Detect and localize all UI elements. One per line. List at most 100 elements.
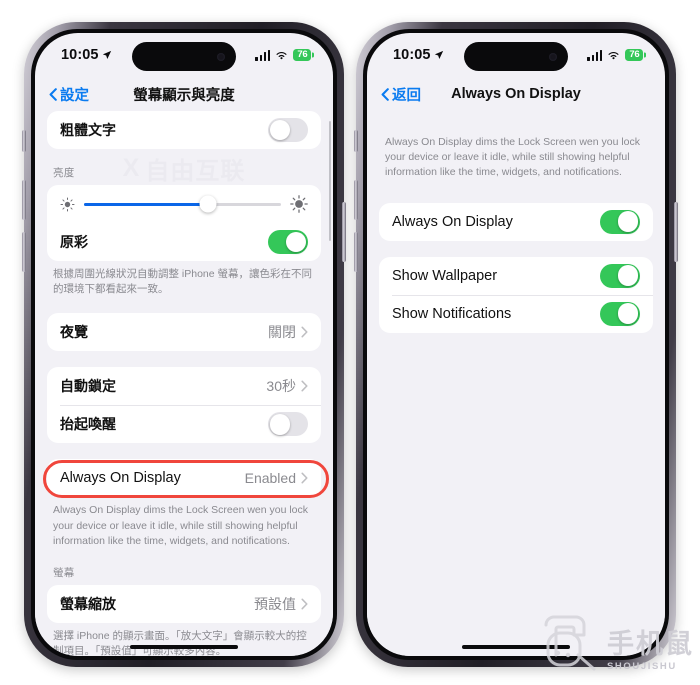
status-bar: 10:05 76 xyxy=(367,33,665,77)
display-zoom-group: 螢幕縮放 預設值 xyxy=(47,585,321,624)
power-button[interactable] xyxy=(674,202,678,262)
night-shift-group: 夜覽 關閉 xyxy=(47,313,321,352)
cellular-signal-icon xyxy=(587,49,603,61)
left-phone-bezel: 10:05 76 設定 螢幕顯示與亮度 粗體文字 亮度 原彩 根據周圍光線狀況自… xyxy=(31,29,337,660)
silent-switch[interactable] xyxy=(22,130,26,152)
show-notifications-toggle[interactable] xyxy=(600,301,640,326)
back-button-label: 返回 xyxy=(392,87,421,104)
brightness-low-icon xyxy=(60,196,75,212)
aod-options-group: Show Wallpaper Show Notifications xyxy=(379,256,653,333)
chevron-right-icon xyxy=(301,473,308,484)
row-raise-to-wake[interactable]: 抬起喚醒 xyxy=(47,405,321,443)
auto-lock-group: 自動鎖定 30秒 抬起喚醒 xyxy=(47,367,321,444)
location-arrow-icon xyxy=(434,50,443,59)
row-true-tone[interactable]: 原彩 xyxy=(47,223,321,261)
left-phone-device: 10:05 76 設定 螢幕顯示與亮度 粗體文字 亮度 原彩 根據周圍光線狀況自… xyxy=(22,22,346,667)
row-show-wallpaper[interactable]: Show Wallpaper xyxy=(379,257,653,295)
right-nav-bar: 返回 Always On Display xyxy=(367,77,665,111)
brightness-high-icon xyxy=(290,195,308,213)
show-wallpaper-label: Show Wallpaper xyxy=(392,267,498,284)
aod-label: Always On Display xyxy=(392,213,513,230)
aod-label: Always On Display xyxy=(60,470,181,487)
back-button-settings[interactable]: 設定 xyxy=(49,84,89,105)
right-settings-list[interactable]: Always On Display dims the Lock Screen w… xyxy=(367,111,665,656)
location-arrow-icon xyxy=(102,50,111,59)
aod-master-group: Always On Display xyxy=(379,202,653,241)
auto-lock-value-group: 30秒 xyxy=(266,376,308,396)
status-bar-time-group: 10:05 xyxy=(393,47,444,63)
right-phone-bezel: 10:05 76 返回 Always On Display Always On … xyxy=(363,29,669,660)
raise-to-wake-toggle[interactable] xyxy=(268,412,308,437)
auto-lock-label: 自動鎖定 xyxy=(60,378,116,395)
always-on-display-group: Always On Display Enabled xyxy=(47,459,321,498)
status-bar-time: 10:05 xyxy=(393,47,431,63)
night-shift-value: 關閉 xyxy=(268,324,296,341)
chevron-right-icon xyxy=(301,381,308,392)
volume-up-button[interactable] xyxy=(22,180,26,220)
status-bar-indicators: 76 xyxy=(587,48,643,62)
cellular-signal-icon xyxy=(255,49,271,61)
brightness-fill xyxy=(84,202,209,206)
status-bar-time-group: 10:05 xyxy=(61,47,112,63)
row-always-on-display[interactable]: Always On Display xyxy=(379,203,653,241)
chevron-right-icon xyxy=(301,598,308,610)
night-shift-label: 夜覽 xyxy=(60,324,88,341)
power-button[interactable] xyxy=(342,202,346,262)
aod-toggle[interactable] xyxy=(600,209,640,234)
row-night-shift[interactable]: 夜覽 關閉 xyxy=(47,313,321,351)
auto-lock-value: 30秒 xyxy=(266,378,296,395)
brightness-group: 原彩 xyxy=(47,185,321,261)
chevron-left-icon xyxy=(381,87,389,101)
volume-up-button[interactable] xyxy=(354,180,358,220)
row-show-notifications[interactable]: Show Notifications xyxy=(379,294,653,333)
volume-down-button[interactable] xyxy=(22,232,26,272)
display-zoom-label: 螢幕縮放 xyxy=(60,596,116,613)
row-display-zoom[interactable]: 螢幕縮放 預設值 xyxy=(47,585,321,623)
vertical-scrollbar[interactable] xyxy=(328,121,331,241)
battery-indicator: 76 xyxy=(293,48,311,62)
wifi-icon xyxy=(608,51,619,59)
row-always-on-display[interactable]: Always On Display Enabled xyxy=(47,459,321,497)
aod-value-group: Enabled xyxy=(245,470,308,486)
back-button-return[interactable]: 返回 xyxy=(381,84,421,105)
display-section-header: 螢幕 xyxy=(53,567,75,580)
dynamic-island xyxy=(132,42,236,71)
display-zoom-value-group: 預設值 xyxy=(254,594,308,614)
chevron-left-icon xyxy=(49,87,57,101)
back-button-label: 設定 xyxy=(60,87,89,104)
home-indicator[interactable] xyxy=(130,644,238,649)
brightness-section-header: 亮度 xyxy=(53,167,75,179)
screenshot-stage: 10:05 76 設定 螢幕顯示與亮度 粗體文字 亮度 原彩 根據周圍光線狀況自… xyxy=(0,0,700,685)
show-wallpaper-toggle[interactable] xyxy=(600,263,640,288)
raise-to-wake-label: 抬起喚醒 xyxy=(60,416,116,433)
right-phone-device: 10:05 76 返回 Always On Display Always On … xyxy=(354,22,678,667)
aod-value: Enabled xyxy=(244,470,296,487)
bold-text-label: 粗體文字 xyxy=(60,122,116,138)
volume-down-button[interactable] xyxy=(354,232,358,272)
display-zoom-footnote: 選擇 iPhone 的顯示畫面。「放大文字」會顯示較大的控制項目。「預設值」可顯… xyxy=(53,630,307,656)
brightness-track[interactable] xyxy=(84,195,281,213)
brightness-slider-row[interactable] xyxy=(47,185,321,223)
chevron-right-icon xyxy=(301,327,308,338)
left-phone-screen: 10:05 76 設定 螢幕顯示與亮度 粗體文字 亮度 原彩 根據周圍光線狀況自… xyxy=(35,33,333,656)
left-settings-list[interactable]: 粗體文字 亮度 原彩 根據周圍光線狀況自動調整 iPhone 螢幕，讓色彩在不同… xyxy=(35,111,333,656)
row-auto-lock[interactable]: 自動鎖定 30秒 xyxy=(47,367,321,405)
aod-intro-footnote: Always On Display dims the Lock Screen w… xyxy=(385,136,641,179)
status-bar-indicators: 76 xyxy=(255,48,311,62)
display-zoom-value: 預設值 xyxy=(254,596,296,613)
front-camera-icon xyxy=(217,52,225,61)
true-tone-footnote: 根據周圍光線狀況自動調整 iPhone 螢幕，讓色彩在不同的環境下都看起來一致。 xyxy=(53,268,313,296)
true-tone-toggle[interactable] xyxy=(268,230,308,254)
silent-switch[interactable] xyxy=(354,130,358,152)
status-bar: 10:05 76 xyxy=(35,33,333,77)
dynamic-island xyxy=(464,42,568,71)
brightness-knob[interactable] xyxy=(199,195,217,213)
bold-text-group: 粗體文字 xyxy=(47,111,321,149)
true-tone-label: 原彩 xyxy=(60,234,88,250)
bold-text-toggle[interactable] xyxy=(268,118,308,142)
wifi-icon xyxy=(276,51,287,59)
battery-indicator: 76 xyxy=(625,48,643,62)
home-indicator[interactable] xyxy=(462,644,570,649)
row-bold-text[interactable]: 粗體文字 xyxy=(47,111,321,149)
show-notifications-label: Show Notifications xyxy=(392,305,512,322)
